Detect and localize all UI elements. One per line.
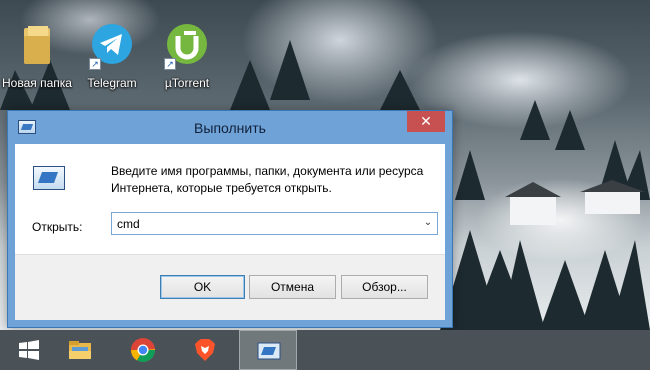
chevron-down-icon[interactable]: ⌄ xyxy=(422,217,434,229)
taskbar-file-explorer[interactable] xyxy=(51,330,109,370)
file-explorer-icon xyxy=(69,341,91,359)
open-combobox[interactable]: ⌄ xyxy=(111,212,438,235)
start-button[interactable] xyxy=(0,330,58,370)
close-button[interactable]: ✕ xyxy=(407,111,445,132)
description-line-1: Введите имя программы, папки, документа … xyxy=(111,164,424,178)
title-bar[interactable]: Выполнить ✕ xyxy=(8,111,452,144)
description-line-2: Интернета, которые требуется открыть. xyxy=(111,181,332,195)
desktop-icon-label: µTorrent xyxy=(164,76,210,90)
ok-button[interactable]: OK xyxy=(160,275,245,299)
dialog-body: Введите имя программы, папки, документа … xyxy=(15,144,445,320)
taskbar-run-dialog[interactable] xyxy=(239,330,297,370)
taskbar xyxy=(0,330,650,370)
brave-icon xyxy=(195,339,215,361)
open-input[interactable] xyxy=(112,213,412,234)
shortcut-arrow-icon: ↗ xyxy=(164,58,176,70)
utorrent-icon: ↗ xyxy=(164,22,210,70)
dialog-content-area: Введите имя программы, папки, документа … xyxy=(15,144,445,254)
desktop-icon-utorrent[interactable]: ↗ µTorrent xyxy=(150,22,224,90)
browse-button[interactable]: Обзор... xyxy=(341,275,428,299)
taskbar-chrome[interactable] xyxy=(114,330,172,370)
dialog-title: Выполнить xyxy=(194,120,266,136)
dialog-button-bar: OK Отмена Обзор... xyxy=(15,254,445,320)
shortcut-arrow-icon: ↗ xyxy=(89,58,101,70)
dialog-description: Введите имя программы, папки, документа … xyxy=(111,163,441,197)
run-program-icon xyxy=(33,166,65,190)
open-label: Открыть: xyxy=(32,220,83,234)
run-dialog-icon xyxy=(257,342,281,360)
desktop-icon-label: Telegram xyxy=(87,76,137,90)
taskbar-brave[interactable] xyxy=(176,330,234,370)
windows-start-icon xyxy=(19,340,39,360)
cancel-button[interactable]: Отмена xyxy=(249,275,336,299)
telegram-icon: ↗ xyxy=(89,22,135,70)
desktop-icon-new-folder[interactable]: Новая папка xyxy=(0,22,74,90)
chrome-icon xyxy=(131,338,155,363)
folder-icon xyxy=(14,22,60,68)
desktop-icon-label: Новая папка xyxy=(2,76,72,90)
run-dialog: Выполнить ✕ Введите имя программы, папки… xyxy=(7,110,453,328)
desktop-icon-telegram[interactable]: ↗ Telegram xyxy=(75,22,149,90)
